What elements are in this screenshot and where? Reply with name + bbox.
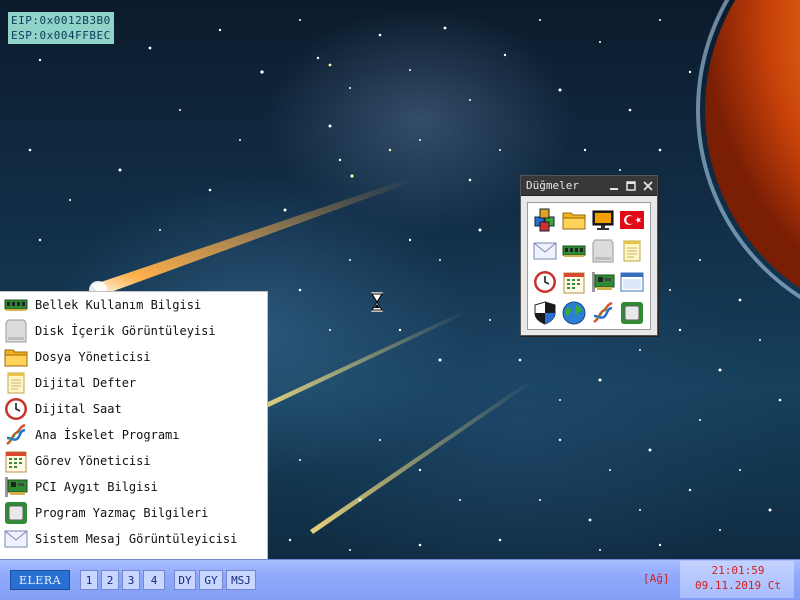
shield-icon[interactable] xyxy=(531,299,559,327)
menu-item-label: PCI Aygıt Bilgisi xyxy=(35,480,158,494)
shortcut-msj-button[interactable]: MSJ xyxy=(226,570,256,590)
notepad-icon[interactable] xyxy=(618,237,646,265)
menu-item-digital-notebook[interactable]: Dijital Defter xyxy=(0,370,267,396)
clock[interactable]: 21:01:59 09.11.2019 Ct xyxy=(686,563,790,593)
register-readout: EIP:0x0012B3B0 ESP:0x004FFBEC xyxy=(8,12,114,44)
disk-icon[interactable] xyxy=(589,237,617,265)
menu-item-label: Ana İskelet Programı xyxy=(35,428,180,442)
menu-item-label: Sistem Mesaj Görüntüleyicisi xyxy=(35,532,238,546)
menu-item-label: Disk İçerik Görüntüleyisi xyxy=(35,324,216,338)
dna-icon[interactable] xyxy=(589,299,617,327)
hourglass-cursor-icon xyxy=(371,292,383,312)
menu-item-label: Program Yazmaç Bilgileri xyxy=(35,506,209,520)
menu-item-label: Dijital Saat xyxy=(35,402,122,416)
buttons-grid xyxy=(527,202,651,330)
menu-item-label: Görev Yöneticisi xyxy=(35,454,151,468)
eip-register: EIP:0x0012B3B0 xyxy=(11,14,111,27)
folder-icon xyxy=(3,345,29,369)
globe-icon[interactable] xyxy=(560,299,588,327)
blocks-icon[interactable] xyxy=(531,206,559,234)
memory-module-icon xyxy=(3,293,29,317)
monitor-icon[interactable] xyxy=(589,206,617,234)
memory-module-icon[interactable] xyxy=(560,237,588,265)
window-icon[interactable] xyxy=(618,268,646,296)
disk-icon xyxy=(3,319,29,343)
esp-register: ESP:0x004FFBEC xyxy=(11,29,111,42)
workspace-2-button[interactable]: 2 xyxy=(101,570,119,590)
clock-date: 09.11.2019 Ct xyxy=(694,579,782,592)
clock-icon[interactable] xyxy=(531,268,559,296)
calendar-icon xyxy=(3,449,29,473)
maximize-icon[interactable] xyxy=(623,178,639,194)
workspace-4-button[interactable]: 4 xyxy=(143,570,165,590)
workspace-1-button[interactable]: 1 xyxy=(80,570,98,590)
menu-item-label: Dosya Yöneticisi xyxy=(35,350,151,364)
menu-item-skeleton-program[interactable]: Ana İskelet Programı xyxy=(0,422,267,448)
buttons-window[interactable]: Düğmeler xyxy=(520,175,658,336)
menu-item-digital-clock[interactable]: Dijital Saat xyxy=(0,396,267,422)
network-status[interactable]: [Ağ] xyxy=(643,572,670,585)
pci-card-icon[interactable] xyxy=(589,268,617,296)
workspace-3-button[interactable]: 3 xyxy=(122,570,140,590)
menu-item-message-viewer[interactable]: Sistem Mesaj Görüntüleyicisi xyxy=(0,526,267,552)
chip-icon xyxy=(3,501,29,525)
desktop[interactable]: EIP:0x0012B3B0 ESP:0x004FFBEC Düğmeler B… xyxy=(0,0,800,600)
pci-card-icon xyxy=(3,475,29,499)
notepad-icon xyxy=(3,371,29,395)
dna-icon xyxy=(3,423,29,447)
menu-item-file-manager[interactable]: Dosya Yöneticisi xyxy=(0,344,267,370)
menu-item-label: Dijital Defter xyxy=(35,376,137,390)
folder-icon[interactable] xyxy=(560,206,588,234)
taskbar: ELERA 1 2 3 4 DY GY MSJ [Ağ] 21:01:59 09… xyxy=(0,559,800,600)
menu-item-task-manager[interactable]: Görev Yöneticisi xyxy=(0,448,267,474)
chip-icon[interactable] xyxy=(618,299,646,327)
menu-item-disk-viewer[interactable]: Disk İçerik Görüntüleyisi xyxy=(0,318,267,344)
menu-item-pci-info[interactable]: PCI Aygıt Bilgisi xyxy=(0,474,267,500)
minimize-icon[interactable] xyxy=(606,178,622,194)
calendar-icon[interactable] xyxy=(560,268,588,296)
shortcut-gy-button[interactable]: GY xyxy=(199,570,223,590)
buttons-window-titlebar[interactable]: Düğmeler xyxy=(521,176,657,196)
shortcut-dy-button[interactable]: DY xyxy=(174,570,196,590)
turkish-flag-icon[interactable] xyxy=(618,206,646,234)
close-icon[interactable] xyxy=(640,178,656,194)
envelope-icon[interactable] xyxy=(531,237,559,265)
menu-item-memory-usage[interactable]: Bellek Kullanım Bilgisi xyxy=(0,292,267,318)
envelope-icon xyxy=(3,527,29,551)
menu-item-label: Bellek Kullanım Bilgisi xyxy=(35,298,202,312)
start-button[interactable]: ELERA xyxy=(10,570,70,590)
clock-icon xyxy=(3,397,29,421)
window-title: Düğmeler xyxy=(526,179,579,192)
clock-time: 21:01:59 xyxy=(711,564,765,577)
menu-item-register-info[interactable]: Program Yazmaç Bilgileri xyxy=(0,500,267,526)
start-menu: Bellek Kullanım Bilgisi Disk İçerik Görü… xyxy=(0,291,268,559)
